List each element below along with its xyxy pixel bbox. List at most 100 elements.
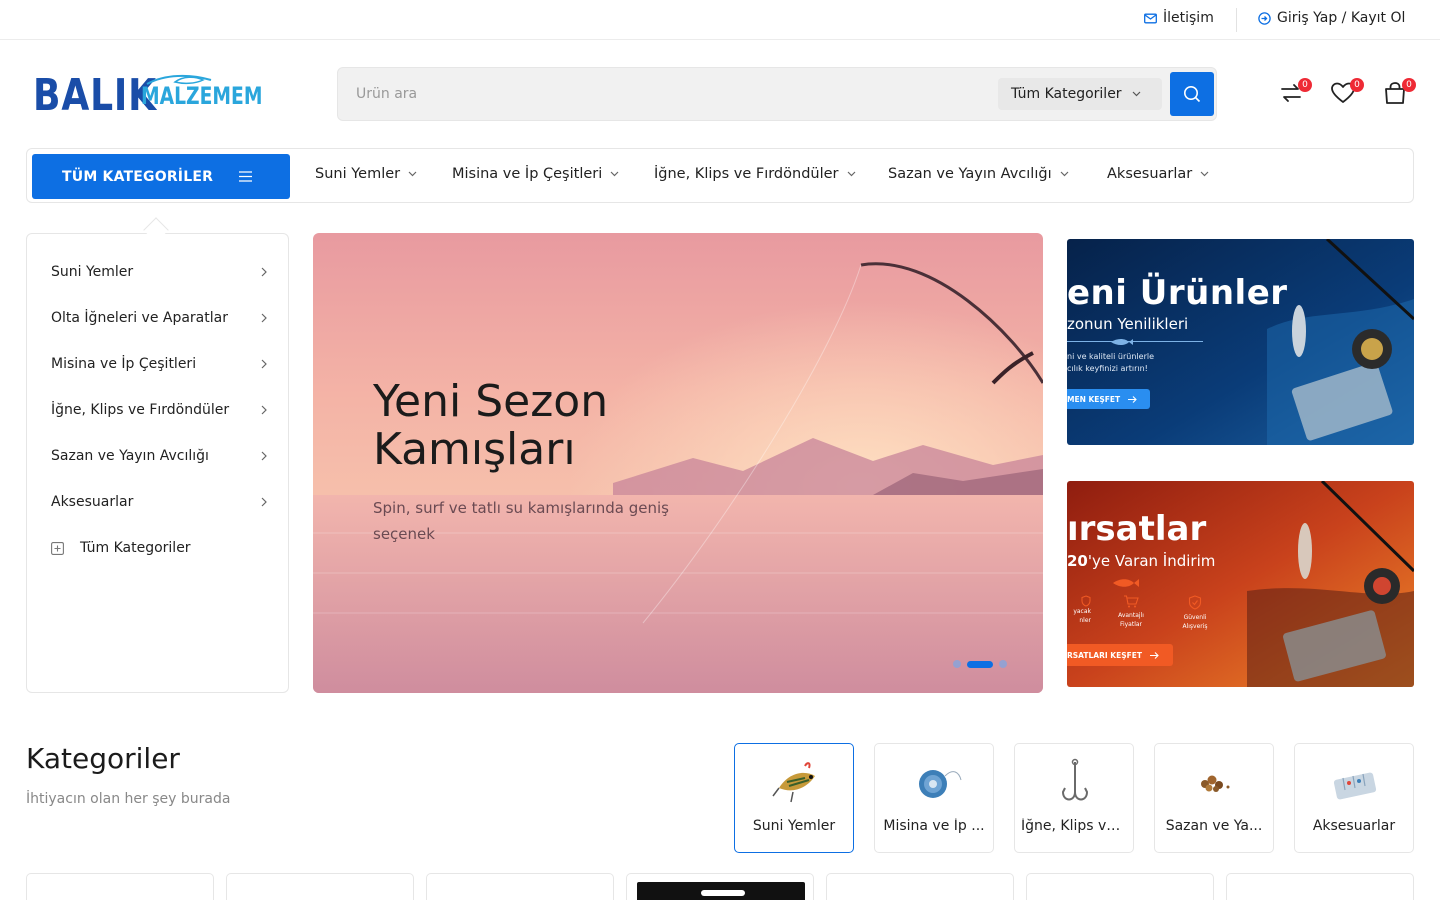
cart-button[interactable]: 0 — [1382, 78, 1416, 108]
search-button[interactable] — [1170, 72, 1214, 116]
category-card-label: İğne, Klips ve... — [1021, 818, 1127, 834]
sidebar-item-label: İğne, Klips ve Fırdöndüler — [51, 402, 230, 418]
product-card[interactable] — [426, 873, 614, 900]
product-card[interactable] — [826, 873, 1014, 900]
sidebar-item-sazan-yayin[interactable]: Sazan ve Yayın Avcılığı — [51, 444, 267, 468]
all-categories-button[interactable]: TÜM KATEGORİLER — [32, 154, 290, 199]
nav-item-label: İğne, Klips ve Fırdöndüler — [654, 166, 839, 182]
fishing-line-icon — [919, 770, 962, 798]
sidebar-item-aksesuarlar[interactable]: Aksesuarlar — [51, 490, 267, 514]
category-card-sazan-yayin[interactable]: Sazan ve Ya... — [1154, 743, 1274, 853]
product-card[interactable] — [1226, 873, 1414, 900]
all-categories-label: TÜM KATEGORİLER — [62, 168, 214, 185]
wishlist-button[interactable]: 0 — [1330, 78, 1364, 108]
category-card-label: Sazan ve Ya... — [1165, 818, 1263, 834]
cart-count-badge: 0 — [1402, 78, 1416, 92]
nav-item-label: Aksesuarlar — [1107, 166, 1193, 182]
contact-label: İletişim — [1163, 10, 1214, 26]
category-card-igne-klips[interactable]: İğne, Klips ve... — [1014, 743, 1134, 853]
slider-dot[interactable] — [953, 660, 961, 668]
discount-value: 20 — [1067, 552, 1088, 570]
feature-line1: Güvenli — [1183, 614, 1207, 621]
login-icon — [1258, 11, 1271, 25]
compare-count-badge: 0 — [1298, 78, 1312, 92]
product-card[interactable] — [626, 873, 814, 900]
banner-text-line2: cılık keyfinizi artırın! — [1067, 364, 1148, 373]
menu-icon — [239, 171, 252, 182]
chevron-down-icon — [408, 171, 417, 177]
chevron-right-icon — [261, 497, 267, 507]
fish-icon — [1113, 579, 1139, 587]
compare-button[interactable]: 0 — [1278, 78, 1312, 108]
chevron-down-icon — [847, 171, 855, 177]
hero-slider[interactable]: Yeni Sezon Kamışları Spin, surf ve tatlı… — [313, 233, 1043, 693]
sidebar-item-suni-yemler[interactable]: Suni Yemler — [51, 260, 267, 284]
search-icon — [1184, 86, 1201, 103]
feature-line1: Avantajlı — [1118, 612, 1144, 619]
new-products-banner[interactable]: eni Ürünler zonun Yenilikleri ni ve kali… — [1067, 239, 1414, 445]
deals-banner[interactable]: ırsatlar 20'ye Varan İndirim yacak nler … — [1067, 481, 1414, 687]
feature-line2: nler — [1079, 617, 1091, 624]
banner-cta-button[interactable]: RSATLARI KEŞFET — [1067, 644, 1173, 666]
sidebar-item-label: Aksesuarlar — [51, 494, 134, 510]
nav-item-sazan-yayin[interactable]: Sazan ve Yayın Avcılığı — [888, 166, 1069, 182]
logo-text-main: BALIK — [33, 70, 157, 121]
banner-cta-label: MEN KEŞFET — [1067, 394, 1121, 404]
tackle-box-icon — [1333, 772, 1377, 800]
sidebar-item-misina[interactable]: Misina ve İp Çeşitleri — [51, 352, 267, 376]
wishlist-count-badge: 0 — [1350, 78, 1364, 92]
categories-heading: Kategoriler — [26, 742, 180, 775]
nav-item-label: Sazan ve Yayın Avcılığı — [888, 166, 1052, 182]
feature-line2: Fiyatlar — [1119, 621, 1143, 628]
hook-icon — [1061, 758, 1089, 801]
top-utility-bar: İletişim Giriş Yap / Kayıt Ol — [0, 0, 1440, 40]
product-card[interactable] — [226, 873, 414, 900]
sidebar-item-olta-igneleri[interactable]: Olta İğneleri ve Aparatlar — [51, 306, 267, 330]
search-input[interactable] — [356, 81, 976, 107]
chevron-right-icon — [261, 405, 267, 415]
product-card[interactable] — [1026, 873, 1214, 900]
main-navigation: TÜM KATEGORİLER Suni Yemler Misina ve İp… — [26, 148, 1414, 203]
banner-title: eni Ürünler — [1067, 273, 1288, 313]
banner-cta-button[interactable]: MEN KEŞFET — [1067, 389, 1150, 409]
chevron-down-icon — [1060, 171, 1069, 177]
arrow-right-icon — [1128, 395, 1137, 403]
category-card-suni-yemler[interactable]: Suni Yemler — [734, 743, 854, 853]
feature-item: Avantajlı Fiyatlar — [1111, 595, 1151, 629]
sidebar-item-all-categories[interactable]: Tüm Kategoriler — [51, 536, 267, 560]
banner-divider — [1067, 341, 1203, 342]
slider-dots — [953, 660, 1007, 668]
sidebar-item-label: Olta İğneleri ve Aparatlar — [51, 310, 228, 326]
discount-text: 'ye Varan İndirim — [1087, 552, 1216, 570]
search-bar: Tüm Kategoriler — [337, 67, 1217, 121]
banner-subtitle: zonun Yenilikleri — [1067, 315, 1189, 333]
feature-item: yacak nler — [1067, 595, 1091, 625]
product-card[interactable] — [26, 873, 214, 900]
slider-dot[interactable] — [999, 660, 1007, 668]
banner-text-line1: ni ve kaliteli ürünlerle — [1067, 352, 1154, 361]
contact-link[interactable]: İletişim — [1144, 10, 1214, 26]
site-logo[interactable]: BALIK MALZEMEM — [33, 70, 269, 124]
nav-item-suni-yemler[interactable]: Suni Yemler — [315, 166, 417, 182]
login-label: Giriş Yap / Kayıt Ol — [1277, 10, 1406, 26]
arrow-right-icon — [1149, 651, 1159, 659]
banner-subtitle: 20'ye Varan İndirim — [1067, 552, 1215, 570]
hero-title: Yeni Sezon Kamışları — [373, 376, 609, 475]
chevron-down-icon — [610, 171, 619, 177]
category-sidebar: Suni Yemler Olta İğneleri ve Aparatlar M… — [26, 233, 289, 693]
nav-item-aksesuarlar[interactable]: Aksesuarlar — [1107, 166, 1209, 182]
nav-item-label: Suni Yemler — [315, 166, 401, 182]
category-card-misina[interactable]: Misina ve İp ... — [874, 743, 994, 853]
nav-item-igne-klips[interactable]: İğne, Klips ve Fırdöndüler — [654, 166, 856, 182]
slider-dot-active[interactable] — [967, 660, 993, 668]
nav-item-misina[interactable]: Misina ve İp Çeşitleri — [452, 166, 619, 182]
chevron-right-icon — [261, 451, 267, 461]
category-card-label: Aksesuarlar — [1312, 818, 1396, 834]
login-register-link[interactable]: Giriş Yap / Kayıt Ol — [1258, 10, 1405, 26]
sidebar-item-igne-klips[interactable]: İğne, Klips ve Fırdöndüler — [51, 398, 267, 422]
chevron-right-icon — [261, 359, 267, 369]
banner-title: ırsatlar — [1067, 509, 1207, 549]
category-card-aksesuarlar[interactable]: Aksesuarlar — [1294, 743, 1414, 853]
search-category-select[interactable]: Tüm Kategoriler — [998, 78, 1162, 110]
sidebar-item-label: Tüm Kategoriler — [80, 540, 191, 556]
